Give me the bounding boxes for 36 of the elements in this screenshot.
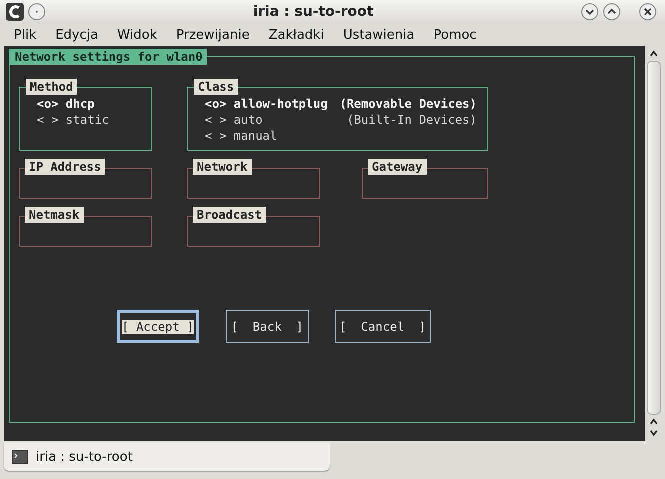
session-tab[interactable]: iria : su-to-root: [4, 443, 330, 471]
field-label: Network: [193, 159, 252, 175]
option-note: (Built-In Devices): [346, 112, 477, 128]
group-label: Class: [194, 79, 238, 95]
menu-item[interactable]: Edycja: [46, 28, 108, 42]
window-title: iria : su-to-root: [252, 4, 375, 20]
menu-item[interactable]: Widok: [107, 28, 166, 42]
close-button[interactable]: [639, 3, 657, 21]
scroll-thumb[interactable]: [647, 61, 661, 415]
radio-option[interactable]: <o> dhcp: [37, 96, 151, 112]
menu-item[interactable]: Zakładki: [258, 28, 334, 42]
scroll-up-icon[interactable]: [649, 418, 659, 426]
dialog-title: Network settings for wlan0: [9, 49, 207, 65]
menu-item[interactable]: Pomoc: [424, 28, 486, 42]
dialog-button[interactable]: [ Accept ]: [117, 310, 200, 343]
scroll-down-icon[interactable]: [649, 429, 659, 437]
radio-option[interactable]: < > manual: [205, 128, 278, 144]
menu-item[interactable]: Przewijanie: [166, 28, 259, 42]
app-icon[interactable]: [6, 3, 24, 21]
group-label: Method: [26, 79, 78, 95]
option-note: (Removable Devices): [340, 96, 477, 112]
scroll-up-icon[interactable]: [649, 50, 659, 58]
dialog-button[interactable]: [ Cancel ]: [334, 310, 432, 343]
menu-item[interactable]: Plik: [4, 28, 46, 42]
radio-option[interactable]: < > auto: [205, 112, 263, 128]
field-label: IP Address: [25, 159, 106, 175]
dialog-button[interactable]: [ Back ]: [226, 310, 308, 343]
menu-item[interactable]: Ustawienia: [333, 28, 424, 42]
field-label: Gateway: [368, 159, 427, 175]
field-label: Broadcast: [193, 207, 266, 223]
minimize-button[interactable]: [581, 3, 599, 21]
maximize-button[interactable]: [603, 3, 621, 21]
radio-option[interactable]: <o> allow-hotplug: [205, 96, 328, 112]
radio-option[interactable]: < > static: [37, 112, 151, 128]
terminal-icon: [12, 450, 28, 464]
field-label: Netmask: [25, 207, 84, 223]
